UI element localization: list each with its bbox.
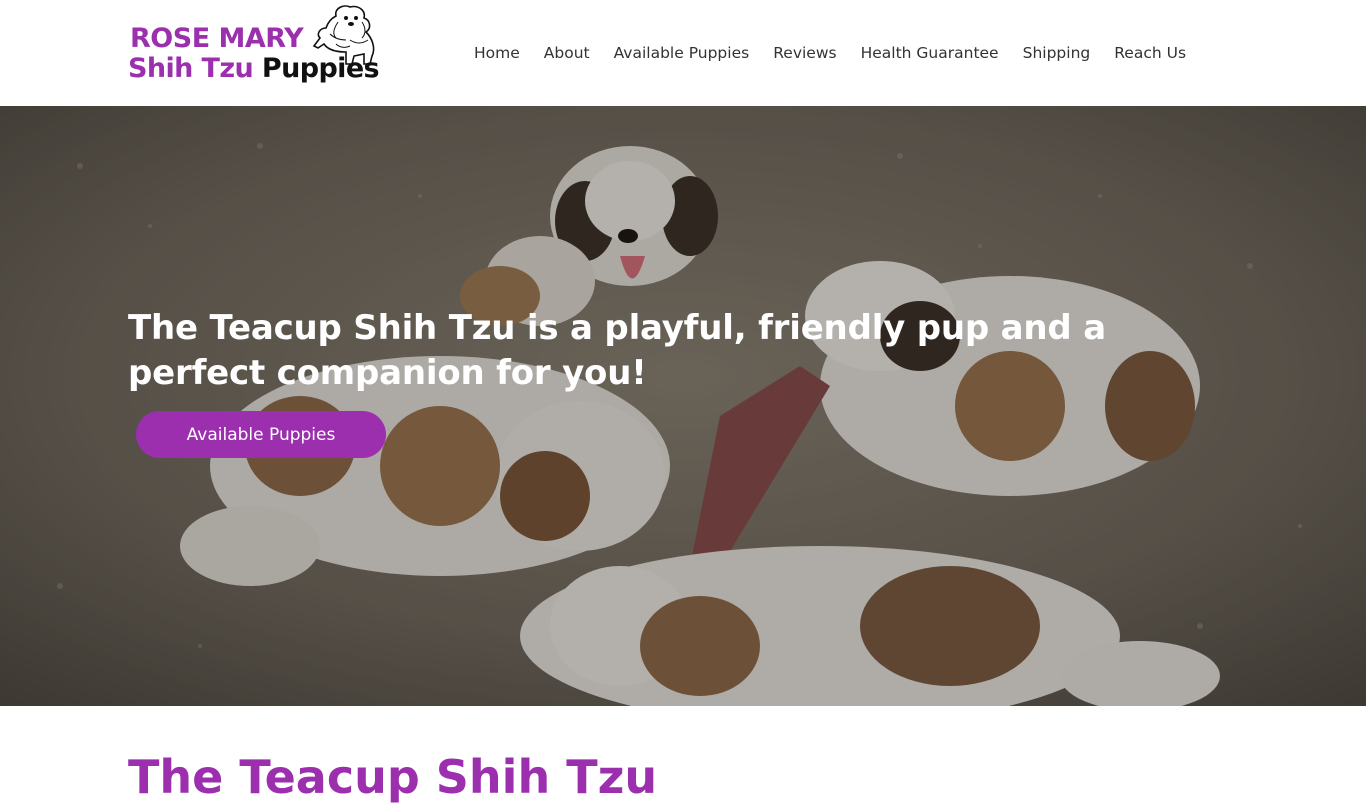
nav-health-guarantee[interactable]: Health Guarantee xyxy=(849,42,1011,66)
section-heading: The Teacup Shih Tzu xyxy=(128,750,658,804)
site-header: ROSE MARY Shih Tzu Puppies Home About Av… xyxy=(0,0,1366,106)
main-nav: Home About Available Puppies Reviews Hea… xyxy=(462,42,1198,66)
hero-overlay xyxy=(0,106,1366,706)
nav-shipping[interactable]: Shipping xyxy=(1011,42,1103,66)
hero-title: The Teacup Shih Tzu is a playful, friend… xyxy=(128,308,1106,393)
logo-text-puppies: Puppies xyxy=(261,53,380,84)
logo-text-subtitle: Shih Tzu Puppies xyxy=(128,53,380,85)
nav-available-puppies[interactable]: Available Puppies xyxy=(602,42,762,66)
site-logo[interactable]: ROSE MARY Shih Tzu Puppies xyxy=(128,4,384,90)
nav-home[interactable]: Home xyxy=(462,42,532,66)
available-puppies-button[interactable]: Available Puppies xyxy=(136,411,386,458)
logo-text-shih-tzu: Shih Tzu xyxy=(128,53,254,84)
nav-about[interactable]: About xyxy=(532,42,602,66)
logo-text-rose-mary: ROSE MARY xyxy=(130,23,304,54)
hero-banner: The Teacup Shih Tzu is a playful, friend… xyxy=(0,106,1366,706)
nav-reach-us[interactable]: Reach Us xyxy=(1102,42,1198,66)
nav-reviews[interactable]: Reviews xyxy=(761,42,848,66)
